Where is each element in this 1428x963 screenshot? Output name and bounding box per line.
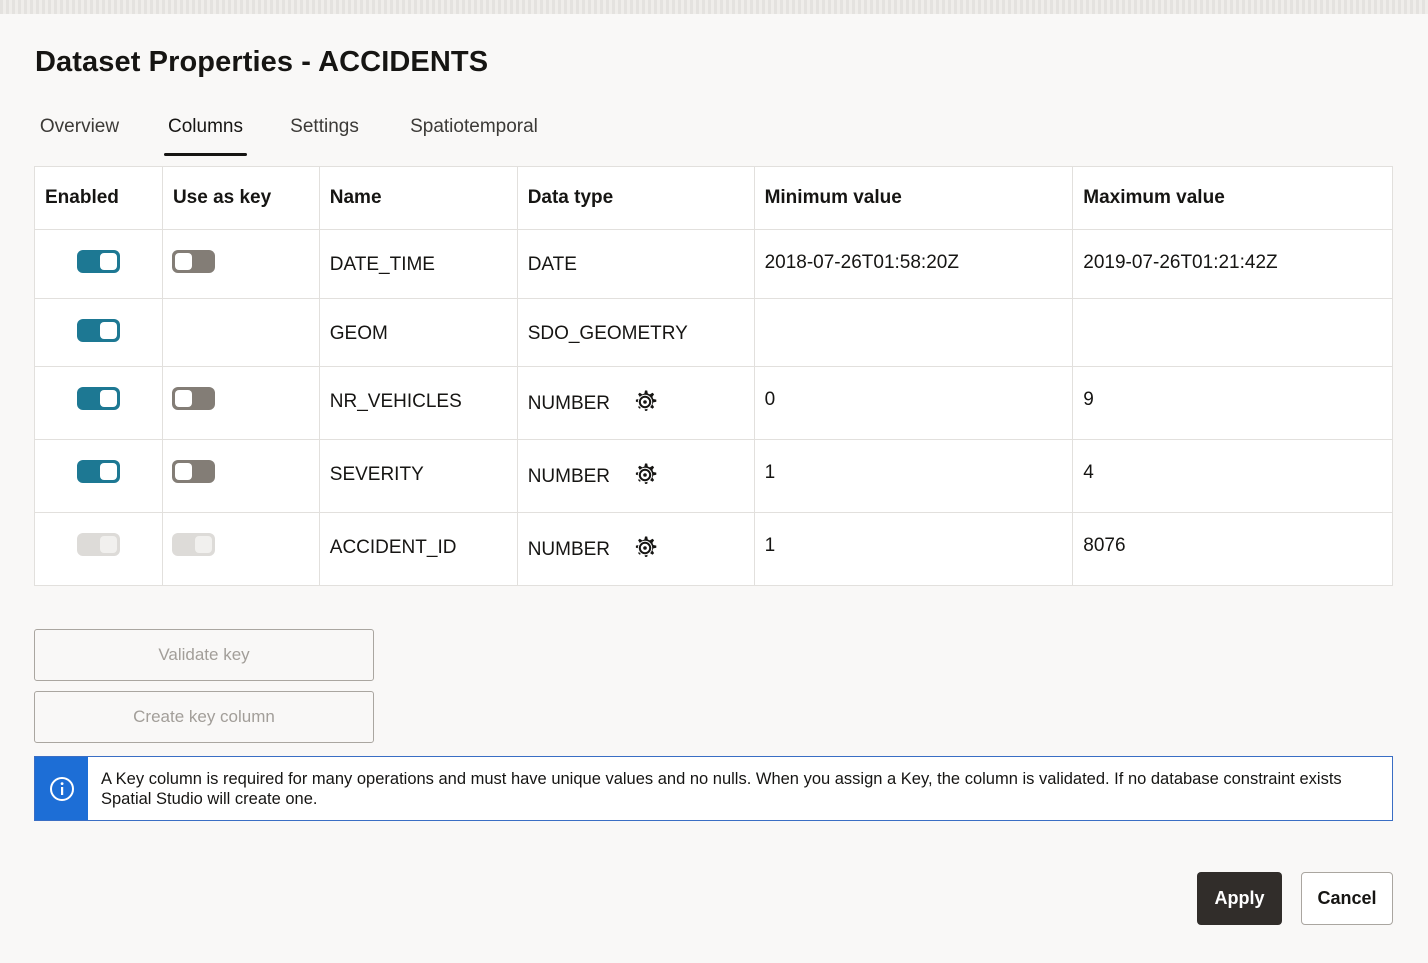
enabled-toggle[interactable] — [77, 460, 120, 483]
maximum-value: 2019-07-26T01:21:42Z — [1083, 252, 1278, 273]
data-type-label: SDO_GEOMETRY — [527, 323, 688, 344]
toggle-knob — [194, 536, 212, 553]
toggle-knob — [174, 253, 192, 270]
column-name: SEVERITY — [329, 464, 424, 485]
cell-name: ACCIDENT_ID — [319, 512, 518, 586]
cell-minimum-value: 1 — [754, 512, 1074, 586]
data-type-label: NUMBER — [527, 539, 611, 561]
tab-bar: Overview Columns Settings Spatiotemporal — [0, 110, 700, 156]
cell-enabled — [34, 229, 163, 299]
toggle-knob — [100, 322, 117, 339]
minimum-value: 1 — [764, 535, 776, 556]
use-as-key-toggle — [171, 533, 215, 556]
cell-name: NR_VEHICLES — [319, 366, 518, 440]
toggle-knob — [174, 463, 192, 480]
cell-enabled — [34, 439, 163, 513]
maximum-value: 9 — [1083, 389, 1094, 410]
cell-data-type: SDO_GEOMETRY — [517, 298, 755, 367]
gear-icon[interactable] — [632, 389, 658, 415]
toggle-knob — [100, 253, 117, 270]
cell-minimum-value: 1 — [754, 439, 1074, 513]
header-minimum-value: Minimum value — [754, 166, 1074, 230]
maximum-value — [1083, 299, 1382, 321]
enabled-toggle — [77, 533, 120, 556]
tab-columns[interactable]: Columns — [164, 110, 247, 156]
tab-overview[interactable]: Overview — [35, 110, 124, 156]
apply-button[interactable]: Apply — [1197, 872, 1282, 925]
info-text: A Key column is required for many operat… — [101, 770, 1342, 808]
minimum-value — [765, 299, 1063, 321]
toggle-knob — [174, 390, 192, 407]
column-name: ACCIDENT_ID — [329, 537, 457, 558]
header-maximum-value: Maximum value — [1072, 166, 1393, 230]
enabled-toggle[interactable] — [77, 319, 120, 342]
table-row: SEVERITY NUMBER 1 4 — [34, 439, 1393, 513]
cell-maximum-value — [1072, 298, 1393, 367]
cell-minimum-value — [754, 298, 1074, 367]
maximum-value: 8076 — [1083, 535, 1126, 556]
cell-data-type: NUMBER — [517, 512, 755, 586]
columns-table: Enabled Use as key Name Data type Minimu… — [34, 166, 1393, 586]
table-row: DATE_TIME DATE 2018-07-26T01:58:20Z 2019-07… — [34, 229, 1393, 299]
cell-enabled — [34, 298, 163, 367]
info-message: A Key column is required for many operat… — [34, 756, 1393, 821]
data-type-label: NUMBER — [527, 393, 611, 415]
cell-minimum-value: 2018-07-26T01:58:20Z — [754, 229, 1074, 299]
data-type-label: NUMBER — [527, 466, 611, 488]
toggle-knob — [100, 463, 117, 480]
use-as-key-toggle[interactable] — [171, 460, 215, 483]
enabled-toggle[interactable] — [77, 387, 120, 410]
table-row: GEOM SDO_GEOMETRY — [34, 298, 1393, 367]
enabled-toggle[interactable] — [77, 250, 120, 273]
cell-use-as-key — [162, 512, 320, 586]
header-name: Name — [319, 166, 518, 230]
cell-use-as-key — [162, 298, 320, 367]
cell-name: SEVERITY — [319, 439, 518, 513]
gear-icon[interactable] — [632, 535, 658, 561]
info-icon — [50, 777, 74, 801]
cell-minimum-value: 0 — [754, 366, 1074, 440]
tab-spatiotemporal[interactable]: Spatiotemporal — [402, 110, 546, 156]
info-bar — [35, 757, 88, 820]
cell-maximum-value: 8076 — [1072, 512, 1393, 586]
minimum-value: 0 — [764, 389, 776, 410]
create-key-column-button[interactable]: Create key column — [34, 691, 374, 743]
cell-use-as-key — [162, 229, 320, 299]
column-name: GEOM — [329, 323, 388, 344]
cell-name: DATE_TIME — [319, 229, 518, 299]
use-as-key-toggle[interactable] — [171, 250, 215, 273]
header-data-type: Data type — [517, 166, 755, 230]
cell-enabled — [34, 512, 163, 586]
window-top-strip — [0, 0, 1428, 14]
cell-data-type: DATE — [517, 229, 755, 299]
cell-use-as-key — [162, 366, 320, 440]
table-row: NR_VEHICLES NUMBER 0 9 — [34, 366, 1393, 440]
table-header-row: Enabled Use as key Name Data type Minimu… — [34, 166, 1393, 230]
use-as-key-toggle[interactable] — [171, 387, 215, 410]
minimum-value: 2018-07-26T01:58:20Z — [764, 252, 959, 273]
cell-use-as-key — [162, 439, 320, 513]
minimum-value: 1 — [764, 462, 776, 483]
cell-maximum-value: 4 — [1072, 439, 1393, 513]
table-row: ACCIDENT_ID NUMBER 1 8076 — [34, 512, 1393, 586]
cell-data-type: NUMBER — [517, 366, 755, 440]
gear-icon[interactable] — [632, 462, 658, 488]
column-name: DATE_TIME — [329, 254, 435, 275]
maximum-value: 4 — [1083, 462, 1094, 483]
dialog-title: Dataset Properties - ACCIDENTS — [35, 46, 489, 78]
column-name: NR_VEHICLES — [329, 391, 462, 412]
cell-maximum-value: 9 — [1072, 366, 1393, 440]
header-use-as-key: Use as key — [162, 166, 320, 230]
data-type-label: DATE — [527, 254, 577, 275]
validate-key-button[interactable]: Validate key — [34, 629, 374, 681]
cell-data-type: NUMBER — [517, 439, 755, 513]
header-enabled: Enabled — [34, 166, 163, 230]
cell-maximum-value: 2019-07-26T01:21:42Z — [1072, 229, 1393, 299]
cell-name: GEOM — [319, 298, 518, 367]
toggle-knob — [100, 390, 117, 407]
cancel-button[interactable]: Cancel — [1301, 872, 1393, 925]
toggle-knob — [100, 536, 117, 553]
cell-enabled — [34, 366, 163, 440]
tab-settings[interactable]: Settings — [285, 110, 364, 156]
